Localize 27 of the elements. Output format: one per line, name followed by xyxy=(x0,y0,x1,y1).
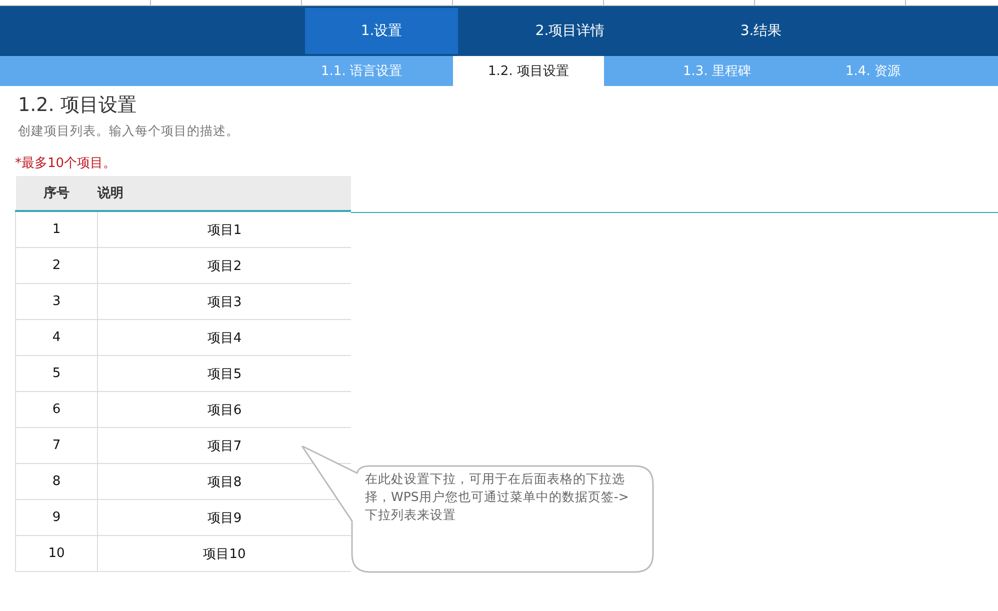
callout-text: 在此处设置下拉，可用于在后面表格的下拉选择，WPS用户您也可通过菜单中的数据页签->下拉列表来设置 xyxy=(365,470,630,524)
table-cell: 3 xyxy=(16,284,98,320)
table-cell: 项目1 xyxy=(98,211,351,248)
table-cell: 项目3 xyxy=(98,284,351,320)
table-cell: 5 xyxy=(16,356,98,392)
table-cell: 项目2 xyxy=(98,248,351,284)
table-cell: 8 xyxy=(16,464,98,500)
table-cell: 2 xyxy=(16,248,98,284)
table-cell: 10 xyxy=(16,536,98,572)
table-cell: 9 xyxy=(16,500,98,536)
table-cell: 1 xyxy=(16,211,98,248)
section-heading: 1.2. 项目设置 xyxy=(18,93,138,118)
table-cell: 项目4 xyxy=(98,320,351,356)
table-cell: 项目5 xyxy=(98,356,351,392)
table-cell: 4 xyxy=(16,320,98,356)
main-tab[interactable]: 3.结果 xyxy=(682,8,840,54)
main-tab[interactable]: 2.项目详情 xyxy=(458,8,682,54)
sub-tab[interactable]: 1.2. 项目设置 xyxy=(453,56,604,86)
column-header: 序号 xyxy=(44,186,70,201)
table-cell: 6 xyxy=(16,392,98,428)
limit-note: *最多10个项目。 xyxy=(15,155,116,172)
main-tab[interactable]: 1.设置 xyxy=(305,8,458,54)
table-cell: 项目10 xyxy=(98,536,351,572)
description-text: 创建项目列表。输入每个项目的描述。 xyxy=(18,123,239,140)
table-cell: 7 xyxy=(16,428,98,464)
column-header: 说明 xyxy=(98,186,124,201)
table-cell: 项目6 xyxy=(98,392,351,428)
